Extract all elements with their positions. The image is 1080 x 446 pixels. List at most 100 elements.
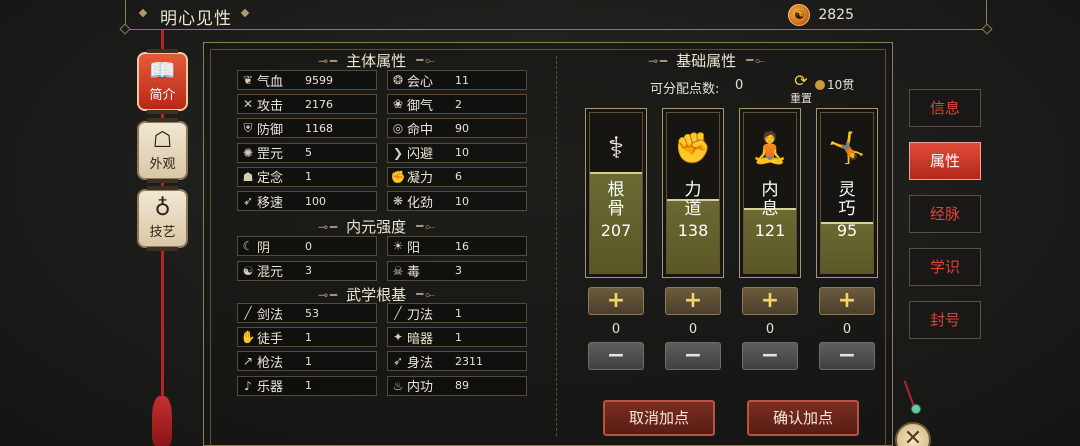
pipa-icon: ♁ (154, 196, 171, 221)
stat-value: 3 (305, 264, 312, 277)
attribute-value: 95 (836, 221, 858, 240)
stat-icon: ╱ (244, 306, 252, 320)
stat-main_stats-1: ❂ 会心 11 (387, 70, 527, 90)
nav-tab-skills[interactable]: ♁ 技艺 (137, 186, 188, 251)
minus-button[interactable]: − (588, 342, 644, 370)
stat-value: 5 (305, 146, 312, 160)
stat-martial_stats-2: ✋ 徒手 1 (237, 327, 377, 348)
plus-button[interactable]: + (819, 287, 875, 315)
stat-value: 2 (455, 97, 462, 111)
stat-main_stats-11: ❋ 化劲 10 (387, 191, 527, 211)
section-title-main: ⊸ ━ 主体属性 ━ ⟜ (318, 50, 435, 71)
stat-main_stats-6: ✺ 罡元 5 (237, 142, 377, 163)
coin-icon (815, 79, 825, 90)
cancel-allocation-button[interactable]: 取消加点 (603, 400, 715, 436)
nav-tab-label: 技艺 (149, 225, 176, 240)
stat-label: 命中 (407, 122, 434, 138)
jade-bead-icon (911, 404, 921, 414)
stat-label: 内功 (407, 380, 434, 396)
stat-icon: ❦ (242, 73, 254, 87)
stat-main_stats-3: ❀ 御气 2 (387, 94, 527, 115)
stat-label: 定念 (257, 171, 284, 187)
stat-value: 6 (455, 170, 462, 184)
minus-button[interactable]: − (819, 342, 875, 370)
plus-button[interactable]: + (665, 287, 721, 315)
reset-label: 重置 (790, 92, 812, 105)
stat-icon: ➶ (242, 194, 254, 208)
stat-label: 化劲 (407, 195, 434, 211)
stat-value: 10 (455, 194, 469, 208)
stat-label: 阴 (257, 240, 271, 256)
section-title-text: 主体属性 (346, 52, 407, 70)
minus-button[interactable]: − (665, 342, 721, 370)
kick-icon: 🤸 (828, 131, 866, 166)
stat-icon: ☀ (392, 239, 404, 253)
allocated-points: 0 (765, 322, 775, 337)
nav-tab-intro[interactable]: 📖 简介 (137, 49, 188, 114)
bamboo-icon: ⚕ (607, 131, 625, 166)
stat-value: 2176 (305, 97, 333, 111)
section-title-text: 基础属性 (676, 52, 737, 70)
attribute-card-0: ⚕ 根骨 207 (585, 108, 647, 278)
stat-main_stats-7: ❯ 闪避 10 (387, 142, 527, 163)
attribute-name-1: 力 (684, 180, 702, 200)
stat-label: 刀法 (407, 307, 434, 323)
stat-label: 阳 (407, 240, 421, 256)
nav-tab-appearance[interactable]: ☖ 外观 (137, 118, 188, 183)
title-corner-right (981, 23, 993, 35)
ornament-icon: ━ ⟜ (416, 53, 435, 67)
currency-display: ☯ 2825 (788, 4, 854, 26)
tab-3[interactable]: 学识 (909, 248, 981, 286)
close-button[interactable]: ✕ (895, 422, 931, 446)
stat-label: 罡元 (257, 147, 284, 163)
stat-icon: ❀ (392, 97, 404, 112)
stat-icon: ✺ (242, 145, 254, 160)
stat-main_stats-5: ◎ 命中 90 (387, 118, 527, 139)
stat-label: 御气 (407, 98, 434, 114)
plus-button[interactable]: + (742, 287, 798, 315)
stat-value: 1 (305, 354, 312, 368)
stat-main_stats-2: ✕ 攻击 2176 (237, 94, 377, 115)
ornament-icon: ━ ⟜ (416, 219, 435, 233)
stat-inner_stats-0: ☾ 阴 0 (237, 236, 377, 256)
stat-icon: ◎ (392, 121, 404, 136)
attribute-name-2: 息 (761, 199, 779, 219)
section-title-base: ⊸ ━ 基础属性 ━ ⟜ (648, 50, 765, 71)
ornament-icon: ⊸ ━ (318, 53, 337, 68)
stat-label: 混元 (257, 265, 284, 280)
book-icon: 📖 (148, 59, 177, 84)
confirm-allocation-button[interactable]: 确认加点 (747, 400, 859, 436)
tab-4[interactable]: 封号 (909, 301, 981, 339)
stat-icon: ☠ (392, 263, 404, 278)
stat-main_stats-4: ⛨ 防御 1168 (237, 118, 377, 139)
minus-button[interactable]: − (742, 342, 798, 370)
attribute-card-2: 🧘 内息 121 (739, 108, 801, 278)
stat-value: 2311 (455, 354, 483, 368)
stat-label: 防御 (257, 122, 284, 138)
meditation-icon: 🧘 (751, 131, 789, 166)
stat-martial_stats-3: ✦ 暗器 1 (387, 327, 527, 348)
stat-icon: ✋ (240, 330, 256, 345)
stat-inner_stats-1: ☀ 阳 16 (387, 236, 527, 256)
tab-0[interactable]: 信息 (909, 89, 981, 127)
yinyang-coin-icon: ☯ (788, 4, 811, 26)
attribute-name: 根骨 (586, 181, 646, 219)
attribute-name-2: 巧 (838, 199, 856, 219)
attribute-name: 内息 (740, 181, 800, 219)
title-dot-icon (240, 8, 250, 18)
stat-icon: ↗ (242, 354, 254, 369)
tab-2[interactable]: 经脉 (909, 195, 981, 233)
portrait-icon: ☖ (152, 128, 173, 153)
stat-value: 1 (305, 379, 312, 393)
section-title-text: 武学根基 (346, 286, 407, 304)
stat-martial_stats-4: ↗ 枪法 1 (237, 351, 377, 372)
stat-label: 气血 (257, 74, 284, 90)
lantern-cap (147, 118, 178, 122)
stat-label: 徒手 (257, 331, 284, 347)
reset-button[interactable]: ⟳ 重置 (789, 72, 813, 106)
stat-martial_stats-0: ╱ 剑法 53 (237, 303, 377, 323)
plus-button[interactable]: + (588, 287, 644, 315)
tab-1[interactable]: 属性 (909, 142, 981, 180)
stat-icon: ☗ (242, 169, 254, 184)
stat-martial_stats-7: ♨ 内功 89 (387, 375, 527, 396)
